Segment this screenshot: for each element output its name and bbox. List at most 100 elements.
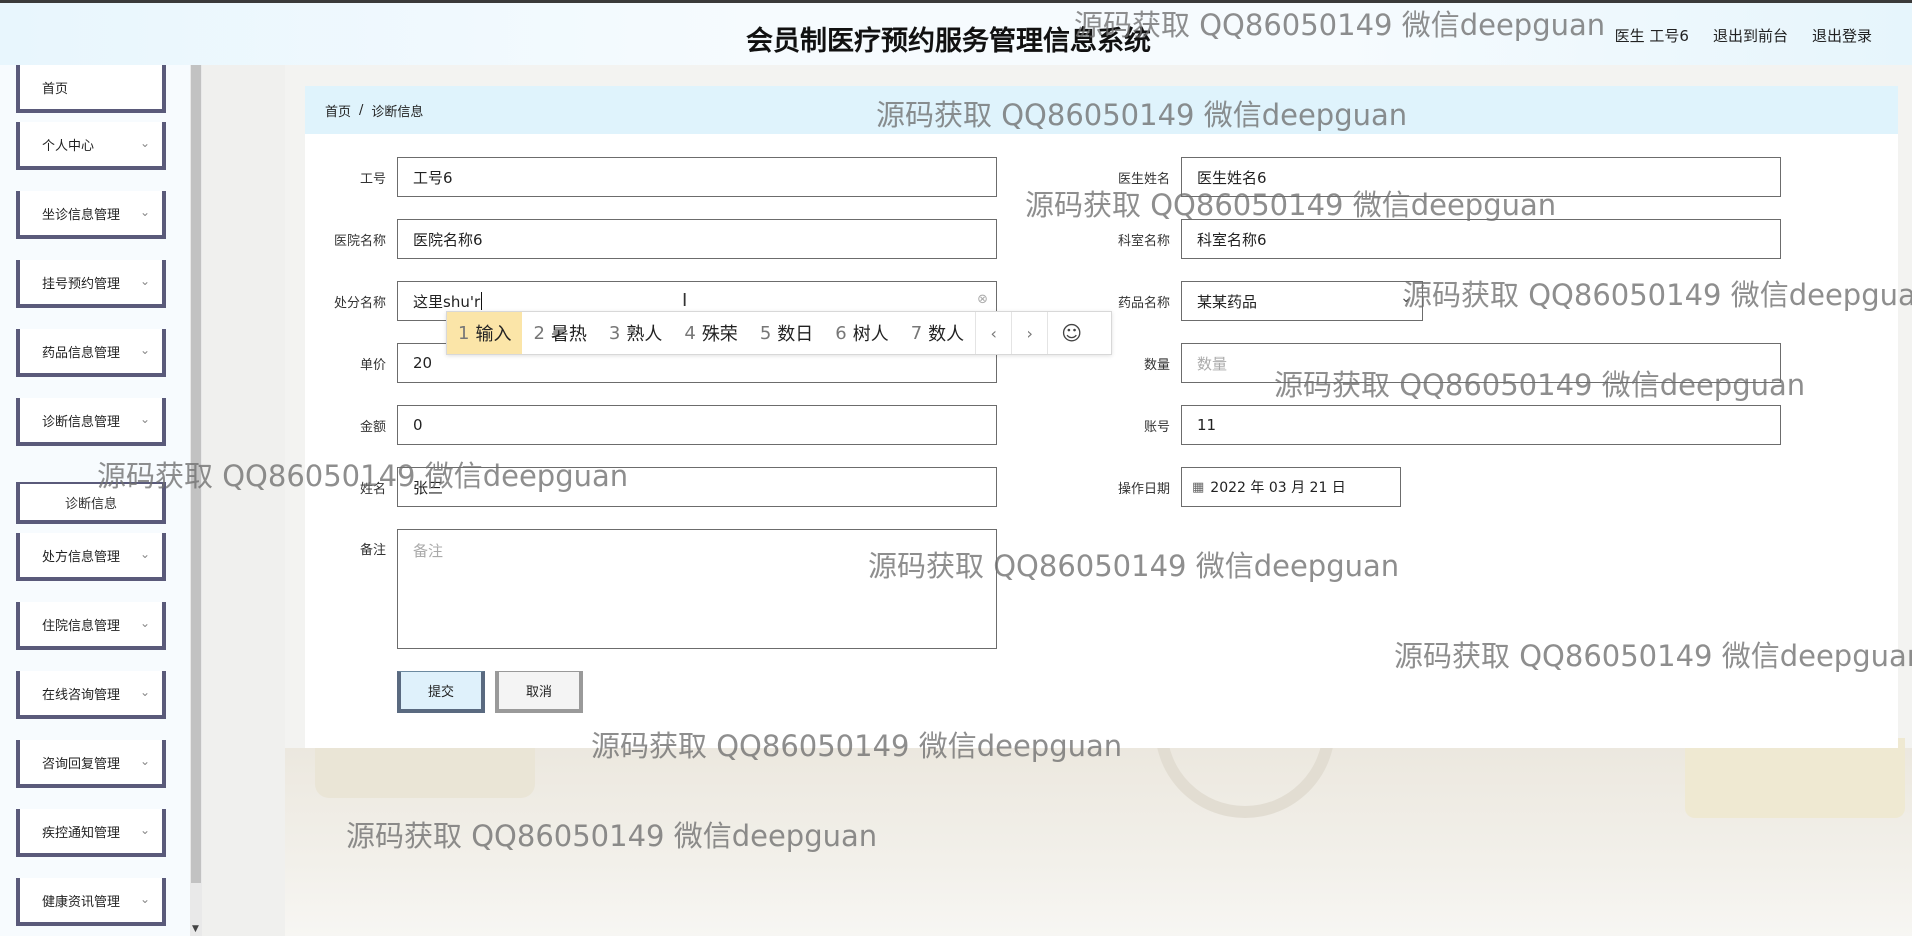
input-yishengxingming[interactable]: 医生姓名6	[1181, 157, 1781, 197]
date-caozuoriqi[interactable]: ▦ 2022 年 03 月 21 日	[1181, 467, 1401, 507]
cancel-button[interactable]: 取消	[495, 671, 583, 713]
candidate-text: 树人	[852, 324, 889, 345]
sidebar-item-label: 个人中心	[42, 138, 95, 154]
clear-icon[interactable]: ⊗	[977, 292, 988, 307]
scroll-down-arrow-icon[interactable]: ▼	[192, 924, 199, 934]
sidebar-item-disease-notice[interactable]: 疾控通知管理 ⌄	[16, 809, 166, 857]
sidebar-item-home[interactable]: 首页	[16, 65, 166, 113]
chevron-down-icon: ⌄	[139, 412, 150, 426]
label-chufangmingcheng: 处分名称	[333, 296, 386, 311]
label-beizhu: 备注	[359, 543, 386, 558]
input-shuliang[interactable]: 数量	[1181, 343, 1781, 383]
breadcrumb-home[interactable]: 首页	[325, 101, 351, 120]
chevron-down-icon: ⌄	[139, 754, 150, 768]
input-xingming[interactable]: 张三	[397, 467, 997, 507]
ime-candidate[interactable]: 1 输入	[447, 312, 523, 354]
select-yaopinmingcheng[interactable]: 某某药品 ⌄	[1181, 281, 1423, 321]
candidate-number: 4	[684, 322, 696, 344]
label-caozuoriqi: 操作日期	[1117, 482, 1170, 497]
select-value: 某某药品	[1197, 292, 1258, 311]
label-yaopinmingcheng: 药品名称	[1117, 296, 1170, 311]
background-decoration	[285, 728, 1912, 936]
background-shape	[1685, 738, 1905, 818]
candidate-number: 7	[910, 322, 923, 344]
label-keshimingcheng: 科室名称	[1117, 234, 1170, 249]
sidebar-item-label: 挂号预约管理	[42, 276, 121, 292]
sidebar-item-label: 住院信息管理	[42, 618, 121, 634]
label-shuliang: 数量	[1143, 358, 1170, 373]
chevron-down-icon: ⌄	[139, 823, 150, 837]
sidebar-item-medicine[interactable]: 药品信息管理 ⌄	[16, 329, 166, 377]
sidebar-item-health-news[interactable]: 健康资讯管理 ⌄	[16, 878, 166, 926]
text-caret	[481, 292, 483, 310]
ime-next-page-icon[interactable]: ›	[1011, 312, 1047, 354]
sidebar: 首页 个人中心 ⌄ 坐诊信息管理 ⌄ 挂号预约管理 ⌄ 药品信息管理 ⌄ 诊断信息管理 ⌄…	[0, 65, 190, 936]
chevron-down-icon: ⌄	[139, 343, 150, 357]
candidate-number: 3	[608, 322, 621, 344]
chevron-down-icon: ⌄	[139, 547, 150, 561]
ime-candidate-bar: 1 输入 2 暑热 3 熟人 4 殊荣 5 数日 6 树人 7 数人 ‹ › ☺	[446, 311, 1112, 355]
chevron-down-icon: ⌄	[1400, 290, 1412, 306]
sidebar-item-hospitalization[interactable]: 住院信息管理 ⌄	[16, 602, 166, 650]
sidebar-item-label: 处方信息管理	[42, 549, 121, 565]
candidate-number: 6	[835, 322, 847, 344]
input-text: 这里shu'r	[413, 292, 481, 311]
ime-candidate[interactable]: 7 数人	[900, 312, 975, 354]
sidebar-item-prescription[interactable]: 处方信息管理 ⌄	[16, 533, 166, 581]
sidebar-item-label: 咨询回复管理	[42, 756, 121, 772]
back-to-front-link[interactable]: 退出到前台	[1713, 25, 1788, 46]
candidate-text: 暑热	[550, 324, 587, 345]
label-yishengxingming: 医生姓名	[1117, 172, 1170, 187]
input-jine[interactable]: 0	[397, 405, 997, 445]
sidebar-item-label: 首页	[42, 81, 69, 97]
date-value: 2022 年 03 月 21 日	[1210, 480, 1346, 496]
text-cursor-icon: I	[682, 290, 688, 311]
label-zhanghao: 账号	[1143, 420, 1170, 435]
sidebar-item-label: 在线咨询管理	[42, 687, 121, 703]
input-keshimingcheng[interactable]: 科室名称6	[1181, 219, 1781, 259]
breadcrumb-separator: /	[359, 102, 364, 118]
candidate-text: 数日	[777, 324, 814, 345]
candidate-text: 数人	[928, 324, 965, 345]
sidebar-item-label: 诊断信息	[64, 496, 117, 512]
input-zhanghao[interactable]: 11	[1181, 405, 1781, 445]
sidebar-item-consult-reply[interactable]: 咨询回复管理 ⌄	[16, 740, 166, 788]
sidebar-item-profile[interactable]: 个人中心 ⌄	[16, 122, 166, 170]
candidate-number: 5	[759, 322, 772, 344]
sidebar-item-label: 诊断信息管理	[42, 414, 121, 430]
sidebar-scrollbar-thumb[interactable]	[191, 65, 201, 883]
input-gonghao[interactable]: 工号6	[397, 157, 997, 197]
sidebar-item-label: 坐诊信息管理	[42, 207, 121, 223]
header: 会员制医疗预约服务管理信息系统 医生 工号6 退出到前台 退出登录	[0, 3, 1912, 65]
sidebar-subitem-diagnosis[interactable]: 诊断信息	[16, 482, 166, 524]
label-gonghao: 工号	[359, 172, 386, 187]
chevron-down-icon: ⌄	[139, 892, 150, 906]
emoji-icon[interactable]: ☺	[1047, 312, 1095, 354]
ime-prev-page-icon[interactable]: ‹	[975, 312, 1011, 354]
candidate-number: 2	[533, 322, 545, 344]
label-jine: 金额	[359, 420, 386, 435]
label-yiyuanmingcheng: 医院名称	[333, 234, 386, 249]
chevron-down-icon: ⌄	[139, 616, 150, 630]
ime-candidate[interactable]: 3 熟人	[598, 312, 673, 354]
ime-candidate[interactable]: 2 暑热	[522, 312, 597, 354]
logout-link[interactable]: 退出登录	[1812, 25, 1872, 46]
ime-candidate[interactable]: 6 树人	[824, 312, 899, 354]
app-title: 会员制医疗预约服务管理信息系统	[746, 26, 1151, 57]
chevron-down-icon: ⌄	[139, 136, 150, 150]
sidebar-item-label: 药品信息管理	[42, 345, 121, 361]
header-actions: 医生 工号6 退出到前台 退出登录	[1615, 25, 1872, 46]
chevron-down-icon: ⌄	[139, 205, 150, 219]
input-yiyuanmingcheng[interactable]: 医院名称6	[397, 219, 997, 259]
chevron-down-icon: ⌄	[139, 685, 150, 699]
submit-button[interactable]: 提交	[397, 671, 485, 713]
ime-candidate[interactable]: 4 殊荣	[673, 312, 748, 354]
sidebar-item-consult[interactable]: 在线咨询管理 ⌄	[16, 671, 166, 719]
calendar-icon: ▦	[1192, 479, 1205, 495]
sidebar-item-diagnosis[interactable]: 诊断信息管理 ⌄	[16, 398, 166, 446]
ime-candidate[interactable]: 5 数日	[749, 312, 824, 354]
sidebar-item-appointment[interactable]: 挂号预约管理 ⌄	[16, 260, 166, 308]
sidebar-item-clinic-info[interactable]: 坐诊信息管理 ⌄	[16, 191, 166, 239]
textarea-beizhu[interactable]: 备注	[397, 529, 997, 649]
label-xingming: 姓名	[359, 482, 386, 497]
